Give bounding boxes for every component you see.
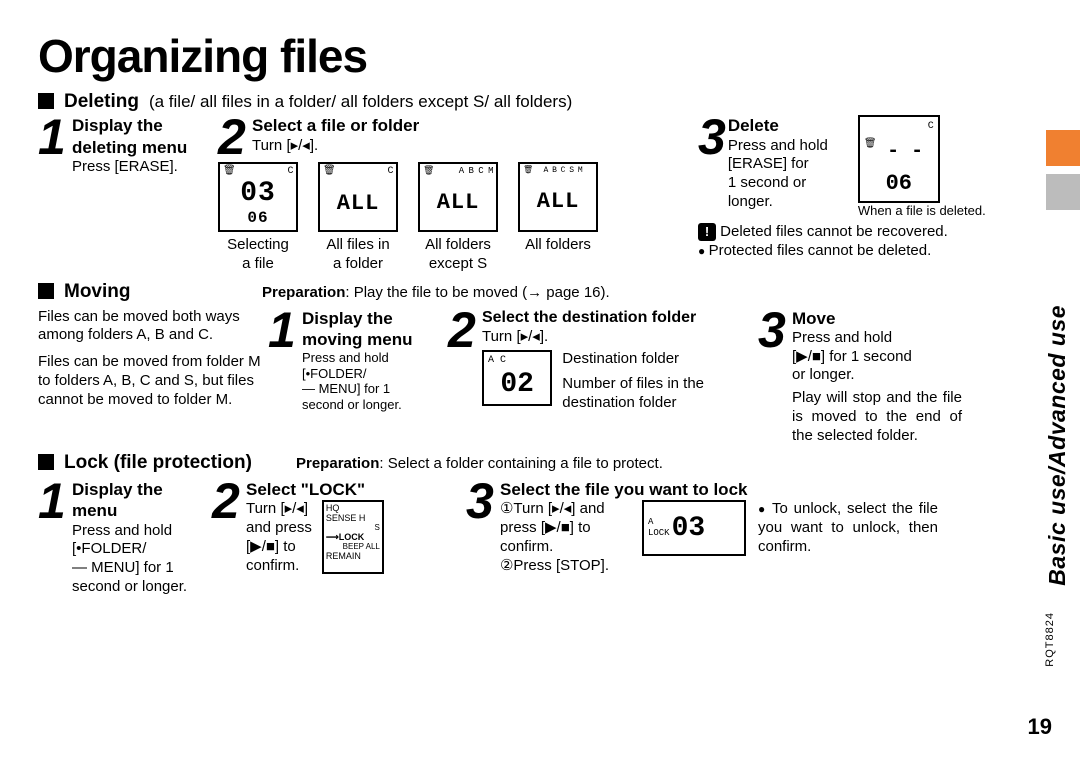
page-number: 19: [1028, 713, 1052, 741]
moving-step1-sub: Press and hold [•FOLDER/ — MENU] for 1 s…: [302, 350, 422, 412]
lcd-display: 🗑A B C S M ALL: [518, 162, 598, 232]
deleting-scope: (a file/ all files in a folder/ all fold…: [149, 91, 572, 112]
deleting-warning: ! Deleted files cannot be recovered.: [698, 223, 998, 242]
step-number-icon: 2: [212, 479, 240, 524]
step-number-icon: 2: [448, 308, 476, 353]
moving-step2-sub: Turn [▸/◂].: [482, 328, 742, 347]
deleting-step2-title: Select a file or folder: [252, 115, 419, 136]
moving-step2-title: Select the destination folder: [482, 308, 742, 328]
moving-lcd-label1: Destination folder: [562, 350, 742, 369]
page-title: Organizing files: [38, 28, 1000, 86]
step-number-icon: 1: [268, 308, 296, 353]
side-section-label: Basic use/Advanced use: [1043, 305, 1072, 586]
document-code: RQT8824: [1044, 612, 1058, 667]
lock-step3-title: Select the file you want to lock: [500, 479, 970, 500]
warning-icon: !: [698, 223, 716, 241]
moving-step3-title: Move: [792, 308, 962, 329]
lcd-display: A C 02: [482, 350, 552, 406]
lcd-display: 🗑C 03 06: [218, 162, 298, 232]
lcd-display: 🗑C ALL: [318, 162, 398, 232]
deleting-step1-title: Display the deleting menu: [72, 115, 192, 158]
lock-step3-note: To unlock, select the file you want to u…: [758, 500, 938, 556]
lcd-caption: Selecting a file: [218, 236, 298, 274]
moving-lcd-label2: Number of files in the destination folde…: [562, 375, 742, 413]
moving-step3-note: Play will stop and the file is moved to …: [792, 389, 962, 445]
deleting-header: Deleting: [64, 90, 139, 114]
lcd-display: HQ SENSE H S ⟶LOCK BEEP ALL REMAIN: [322, 500, 384, 574]
moving-section: Moving Preparation: Play the file to be …: [38, 280, 1000, 446]
deleting-section: Deleting (a file/ all files in a folder/…: [38, 90, 1000, 274]
step-number-icon: 3: [466, 479, 494, 524]
section-bullet-icon: [38, 93, 54, 109]
lock-step1-title: Display the menu: [72, 479, 190, 522]
step-number-icon: 3: [698, 115, 726, 160]
moving-step1-title: Display the moving menu: [302, 308, 422, 351]
step-number-icon: 3: [758, 308, 786, 353]
deleting-note: Protected files cannot be deleted.: [698, 242, 998, 261]
lcd-caption: All folders except S: [418, 236, 498, 274]
lcd-display: 🗑A B C M ALL: [418, 162, 498, 232]
lock-step1-sub: Press and hold [•FOLDER/ — MENU] for 1 s…: [72, 522, 190, 597]
section-bullet-icon: [38, 454, 54, 470]
lock-step3-sub: ①Turn [▸/◂] and press [▶/■] to confirm. …: [500, 500, 630, 575]
orange-tab-icon: [1046, 130, 1080, 166]
step-number-icon: 2: [218, 115, 246, 160]
deleting-step3-sub: Press and hold [ERASE] for 1 second or l…: [728, 137, 858, 212]
moving-intro: Files can be moved both ways among folde…: [38, 308, 268, 410]
deleting-step1-sub: Press [ERASE].: [72, 158, 192, 177]
moving-step3-sub: Press and hold [▶/■] for 1 second or lon…: [792, 329, 962, 385]
lcd-caption: All files in a folder: [318, 236, 398, 274]
lock-step2-sub: Turn [▸/◂] and press [▶/■] to confirm.: [246, 500, 312, 575]
lock-section: Lock (file protection) Preparation: Sele…: [38, 451, 1000, 596]
lock-preparation: Preparation: Select a folder containing …: [296, 455, 663, 474]
grey-tab-icon: [1046, 174, 1080, 210]
lock-step2-title: Select "LOCK": [246, 479, 446, 500]
lcd-caption: All folders: [518, 236, 598, 255]
step-number-icon: 1: [38, 115, 66, 160]
deleting-step2-sub: Turn [▸/◂].: [252, 137, 419, 156]
section-bullet-icon: [38, 283, 54, 299]
step-number-icon: 1: [38, 479, 66, 524]
moving-preparation: Preparation: Play the file to be moved (…: [262, 284, 610, 303]
lock-header: Lock (file protection): [64, 451, 286, 475]
lcd-display: A LOCK 03: [642, 500, 746, 556]
deleting-step3-title: Delete: [728, 115, 858, 136]
lcd-display: C 🗑- - 06: [858, 115, 940, 203]
sidebar-tabs: [1046, 130, 1080, 210]
moving-header: Moving: [64, 280, 252, 304]
deleting-lcd-caption: When a file is deleted.: [858, 203, 986, 219]
